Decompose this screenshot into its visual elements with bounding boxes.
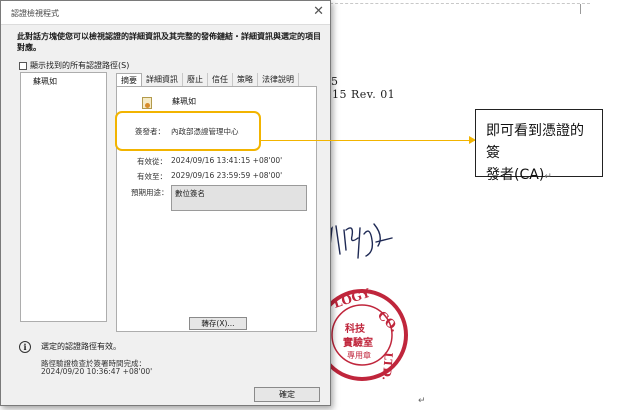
- tree-item-certificate[interactable]: 蘇珮如: [33, 76, 57, 87]
- callout-connector: [261, 140, 476, 141]
- tab-bar: 摘要 詳細資訊 廢止 信任 策略 法律說明: [116, 73, 299, 87]
- document-digit: 5: [331, 75, 338, 88]
- corner-mark: [580, 4, 581, 14]
- paragraph-mark: ↵: [418, 396, 426, 406]
- info-icon: i: [19, 341, 31, 353]
- close-icon[interactable]: ✕: [313, 4, 324, 19]
- export-button[interactable]: 轉存(X)...: [189, 317, 247, 330]
- verification-time: 2024/09/20 10:36:47 +08'00': [41, 367, 153, 376]
- dialog-description: 此對話方塊使您可以檢視認證的詳細資訊及其完整的發佈鏈結・詳細資訊與選定的項目對應…: [17, 32, 321, 52]
- path-status-text: 選定的認證路徑有效。: [41, 342, 121, 351]
- header-dashed-line: [330, 3, 590, 4]
- ok-button[interactable]: 確定: [254, 387, 320, 402]
- certificate-path-tree[interactable]: 蘇珮如: [20, 72, 107, 322]
- purpose-field: 數位簽名: [171, 185, 307, 211]
- valid-to-label: 有效至：: [137, 172, 167, 181]
- valid-from-label: 有效從：: [137, 157, 167, 166]
- tab-revocation[interactable]: 廢止: [183, 73, 208, 86]
- tab-summary[interactable]: 摘要: [116, 73, 142, 87]
- svg-text:LTD.: LTD.: [380, 352, 395, 381]
- certificate-icon: [142, 97, 152, 109]
- purpose-value: 數位簽名: [175, 189, 205, 198]
- tab-legal-notice[interactable]: 法律說明: [258, 73, 299, 86]
- document-rev-line: 15 Rev. 01: [332, 88, 396, 101]
- svg-text:專用章: 專用章: [347, 350, 371, 360]
- tab-policy[interactable]: 策略: [233, 73, 258, 86]
- callout-paragraph-mark: ↵: [544, 172, 552, 182]
- svg-text:實驗室: 實驗室: [343, 336, 373, 349]
- title-bar: 認證檢視程式 ✕: [1, 1, 330, 25]
- certificate-viewer-dialog: 認證檢視程式 ✕ 此對話方塊使您可以檢視認證的詳細資訊及其完整的發佈鏈結・詳細資…: [0, 0, 331, 406]
- dialog-title: 認證檢視程式: [11, 9, 59, 18]
- issuer-highlight-box: [115, 111, 261, 151]
- callout-line-2: 發者(CA)↵: [486, 164, 594, 188]
- tab-details[interactable]: 詳細資訊: [142, 73, 183, 86]
- certificate-name: 蘇珮如: [172, 97, 196, 106]
- callout-line-1: 即可看到憑證的簽: [486, 123, 584, 161]
- tab-trust[interactable]: 信任: [208, 73, 233, 86]
- svg-text:科技: 科技: [345, 322, 366, 335]
- valid-to-value: 2029/09/16 23:59:59 +08'00': [171, 171, 283, 180]
- show-all-paths-checkbox[interactable]: [19, 61, 27, 70]
- valid-from-value: 2024/09/16 13:41:15 +08'00': [171, 156, 283, 165]
- callout-note: 即可看到憑證的簽 發者(CA)↵: [475, 109, 603, 183]
- show-all-paths-option[interactable]: 顯示找到的所有認證路徑(S): [19, 60, 129, 71]
- purpose-label: 預期用途：: [131, 188, 169, 197]
- callout-line-2-text: 發者(CA): [486, 167, 545, 183]
- show-all-paths-label: 顯示找到的所有認證路徑(S): [30, 61, 130, 70]
